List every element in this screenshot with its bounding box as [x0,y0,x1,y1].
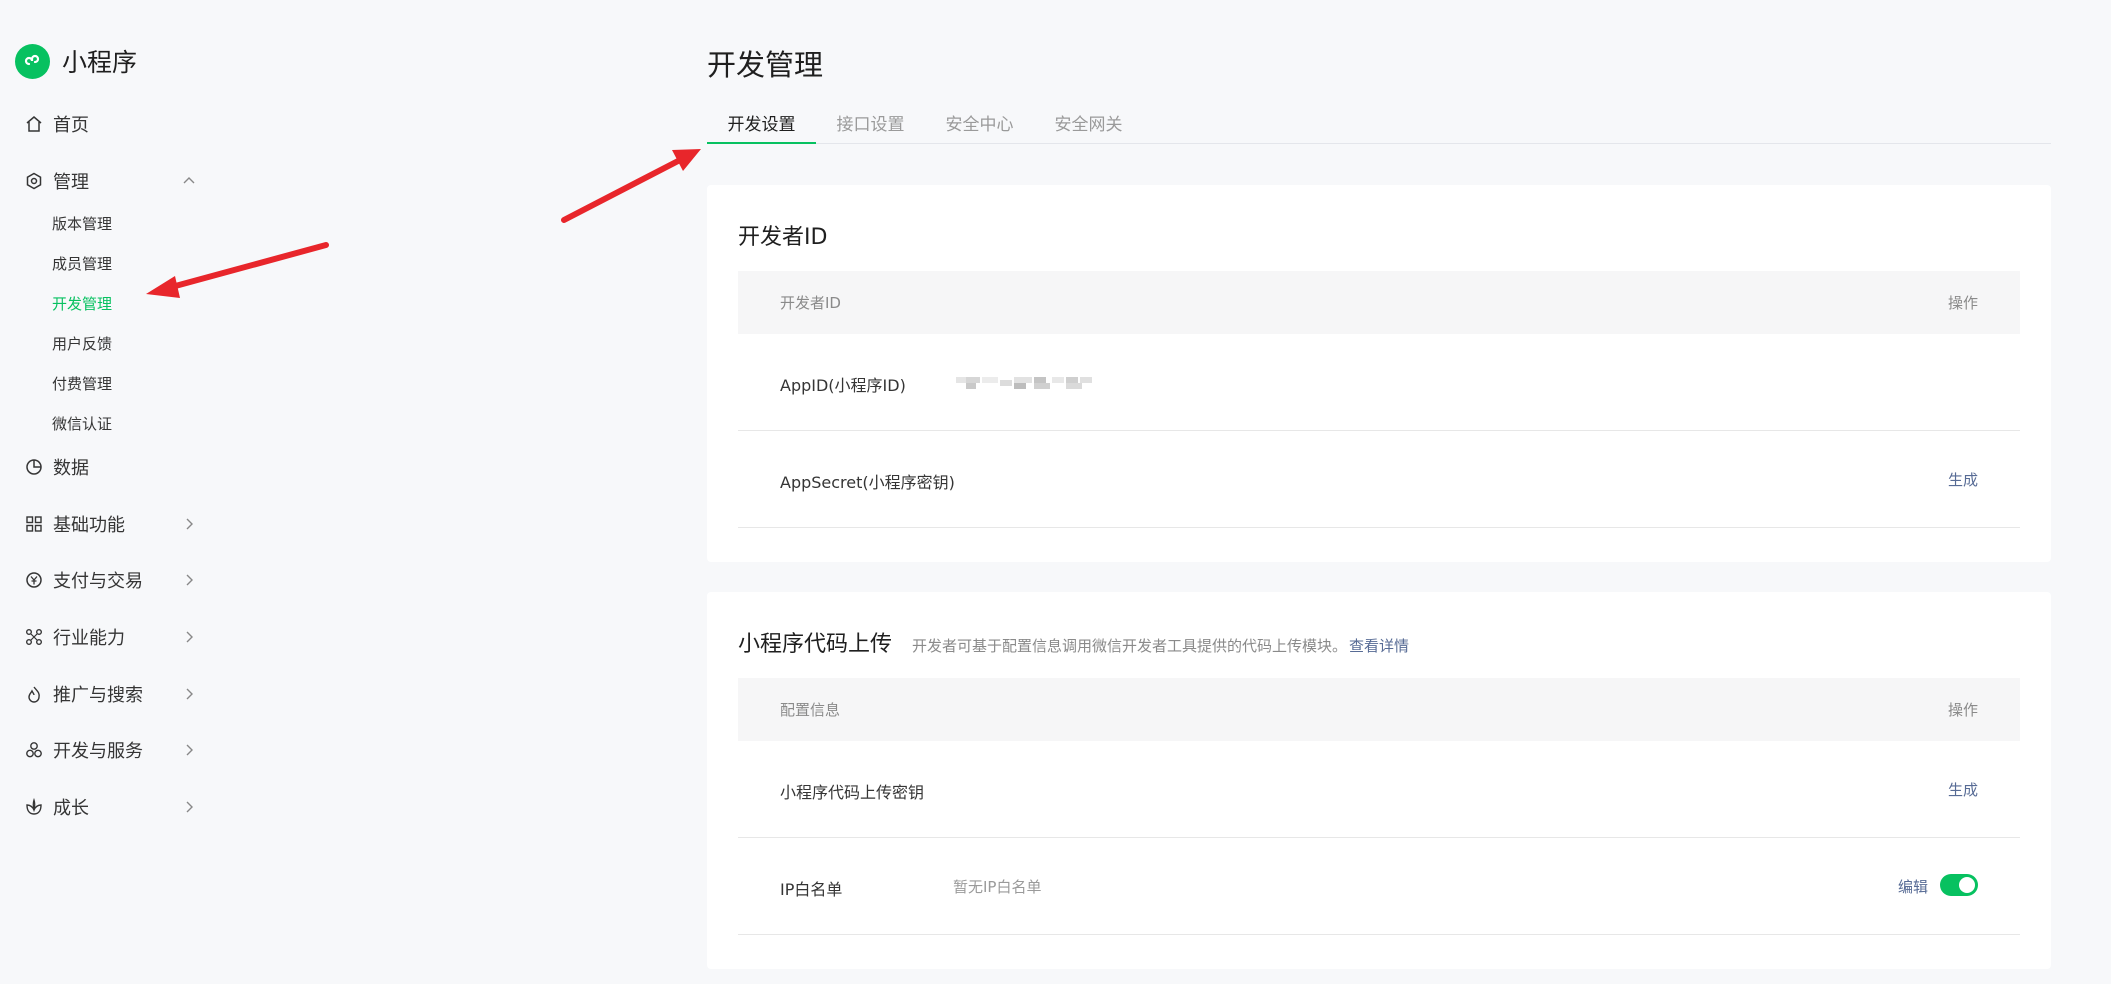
tab-security-gateway[interactable]: 安全网关 [1034,104,1143,144]
nav-label: 首页 [53,115,89,136]
ip-whitelist-toggle[interactable] [1940,874,1978,896]
nav-item-basic[interactable]: 基础功能 [24,508,199,540]
growth-icon [24,797,44,817]
nav-label: 开发与服务 [53,741,143,762]
row-label: 小程序代码上传密钥 [780,783,925,802]
nav-item-data[interactable]: 数据 [24,451,199,483]
chevron-right-icon [179,627,199,647]
sidebar-item-wechat-verify[interactable]: 微信认证 [52,411,112,435]
view-details-link[interactable]: 查看详情 [1349,637,1409,655]
nav-label: 基础功能 [53,515,125,536]
card-title: 开发者ID [738,219,827,251]
chevron-right-icon [179,797,199,817]
card-title-text: 开发者ID [738,225,828,250]
nav-item-pay[interactable]: 支付与交易 [24,564,199,596]
table-header: 配置信息 操作 [738,678,2020,741]
tab-dev-settings[interactable]: 开发设置 [707,104,816,144]
generate-upload-key-button[interactable]: 生成 [1948,779,1978,800]
sidebar-item-members[interactable]: 成员管理 [52,251,112,275]
table-row: AppSecret(小程序密钥) 生成 [738,431,2020,528]
grid-icon [24,514,44,534]
sidebar-item-version[interactable]: 版本管理 [52,211,112,235]
circles-icon [24,740,44,760]
table-row: IP白名单 暂无IP白名单 编辑 [738,838,2020,935]
page-title: 开发管理 [707,48,824,82]
appid-masked-value [956,374,1092,392]
miniprogram-logo-icon [15,43,50,79]
card-title-text: 小程序代码上传 [738,632,893,657]
nav-item-dev-service[interactable]: 开发与服务 [24,734,199,766]
card-title: 小程序代码上传 开发者可基于配置信息调用微信开发者工具提供的代码上传模块。 查看详… [738,626,1409,658]
nav-label: 管理 [53,172,89,193]
dev-id-card: 开发者ID 开发者ID 操作 AppID(小程序ID) AppSecret(小程… [707,185,2051,562]
chevron-right-icon [179,570,199,590]
sidebar-item-paid[interactable]: 付费管理 [52,371,112,395]
nav-item-growth[interactable]: 成长 [24,791,199,823]
nav-label: 行业能力 [53,628,125,649]
tab-api-settings[interactable]: 接口设置 [816,104,925,144]
row-label: AppID(小程序ID) [780,376,906,395]
pie-chart-icon [24,457,44,477]
row-label: AppSecret(小程序密钥) [780,473,955,492]
chevron-right-icon [179,740,199,760]
card-description-text: 开发者可基于配置信息调用微信开发者工具提供的代码上传模块。 [912,637,1348,655]
nav-label: 数据 [53,458,89,479]
nav-label: 成长 [53,798,89,819]
row-label: IP白名单 [780,880,843,899]
home-icon [24,114,44,134]
column-header: 配置信息 [780,701,841,719]
generate-secret-button[interactable]: 生成 [1948,469,1978,490]
table-row: AppID(小程序ID) [738,334,2020,431]
sidebar-item-dev-manage[interactable]: 开发管理 [52,291,112,315]
chevron-up-icon [179,171,199,191]
chevron-right-icon [179,684,199,704]
flame-icon [24,684,44,704]
nav-item-home[interactable]: 首页 [24,108,199,140]
chevron-right-icon [179,514,199,534]
edit-ip-whitelist-button[interactable]: 编辑 [1898,876,1928,897]
brand-title: 小程序 [62,48,138,77]
table-header: 开发者ID 操作 [738,271,2020,334]
column-header: 开发者ID [780,294,841,312]
brand[interactable]: 小程序 [15,43,137,79]
tab-security-center[interactable]: 安全中心 [925,104,1034,144]
card-description: 开发者可基于配置信息调用微信开发者工具提供的代码上传模块。 查看详情 [912,635,1409,656]
molecule-icon [24,627,44,647]
arrow-to-active-tab [561,149,701,223]
column-header: 操作 [1947,294,1978,312]
sidebar: 小程序 首页 管理 版本管理 成员管理 开发管理 用户反馈 付费管理 微信认证 … [0,0,220,984]
yuan-icon [24,570,44,590]
ip-whitelist-value: 暂无IP白名单 [953,878,1042,896]
column-header: 操作 [1947,701,1978,719]
sidebar-item-feedback[interactable]: 用户反馈 [52,331,112,355]
nav-item-industry[interactable]: 行业能力 [24,621,199,653]
nav-item-manage[interactable]: 管理 [24,165,199,197]
nav-label: 推广与搜索 [53,685,143,706]
tab-bar: 开发设置 接口设置 安全中心 安全网关 [707,104,2051,144]
nav-label: 支付与交易 [53,571,143,592]
settings-hexagon-icon [24,171,44,191]
code-upload-card: 小程序代码上传 开发者可基于配置信息调用微信开发者工具提供的代码上传模块。 查看详… [707,592,2051,969]
table-row: 小程序代码上传密钥 生成 [738,741,2020,838]
nav-item-promo[interactable]: 推广与搜索 [24,678,199,710]
